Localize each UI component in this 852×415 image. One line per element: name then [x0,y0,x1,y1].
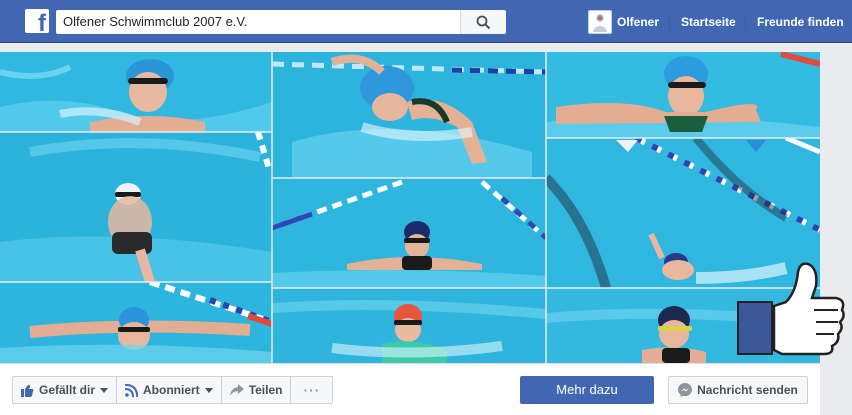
like-button[interactable]: Gefällt dir [13,377,118,403]
chevron-down-icon [204,387,213,393]
search-icon [476,15,491,30]
find-friends-link[interactable]: Freunde finden [757,15,844,29]
send-message-button[interactable]: Nachricht senden [668,376,808,404]
page-button-group: Gefällt dir Abonniert Teilen ··· [12,376,334,404]
thumbs-up-icon [21,384,34,397]
share-button[interactable]: Teilen [222,377,292,403]
top-navigation-bar: f Olfener Schwimmclub 2007 e.V. Olfener … [0,0,852,43]
like-thumbs-up-icon [736,262,848,358]
collage-dividers [0,52,820,363]
profile-avatar[interactable] [588,10,612,34]
home-link[interactable]: Startseite [681,15,736,29]
search-button[interactable] [460,10,506,34]
search-input[interactable]: Olfener Schwimmclub 2007 e.V. [63,14,248,29]
search-box[interactable]: Olfener Schwimmclub 2007 e.V. [56,10,506,34]
send-message-label: Nachricht senden [697,383,798,397]
profile-link[interactable]: Olfener [617,15,659,29]
nav-divider [745,13,746,31]
rss-icon [125,383,139,397]
cover-photo[interactable] [0,52,820,363]
like-label: Gefällt dir [39,383,96,397]
nav-divider [669,13,670,31]
follow-label: Abonniert [143,383,200,397]
share-arrow-icon [229,384,244,396]
facebook-logo-icon[interactable]: f [25,9,49,36]
page-action-bar: Gefällt dir Abonniert Teilen ··· Mehr da… [0,363,820,415]
more-options-button[interactable]: ··· [291,377,332,403]
follow-button[interactable]: Abonniert [117,377,222,403]
facebook-page: f Olfener Schwimmclub 2007 e.V. Olfener … [0,0,852,415]
learn-more-button[interactable]: Mehr dazu [520,376,654,404]
messenger-icon [678,383,693,397]
chevron-down-icon [100,387,109,393]
share-label: Teilen [248,383,283,397]
